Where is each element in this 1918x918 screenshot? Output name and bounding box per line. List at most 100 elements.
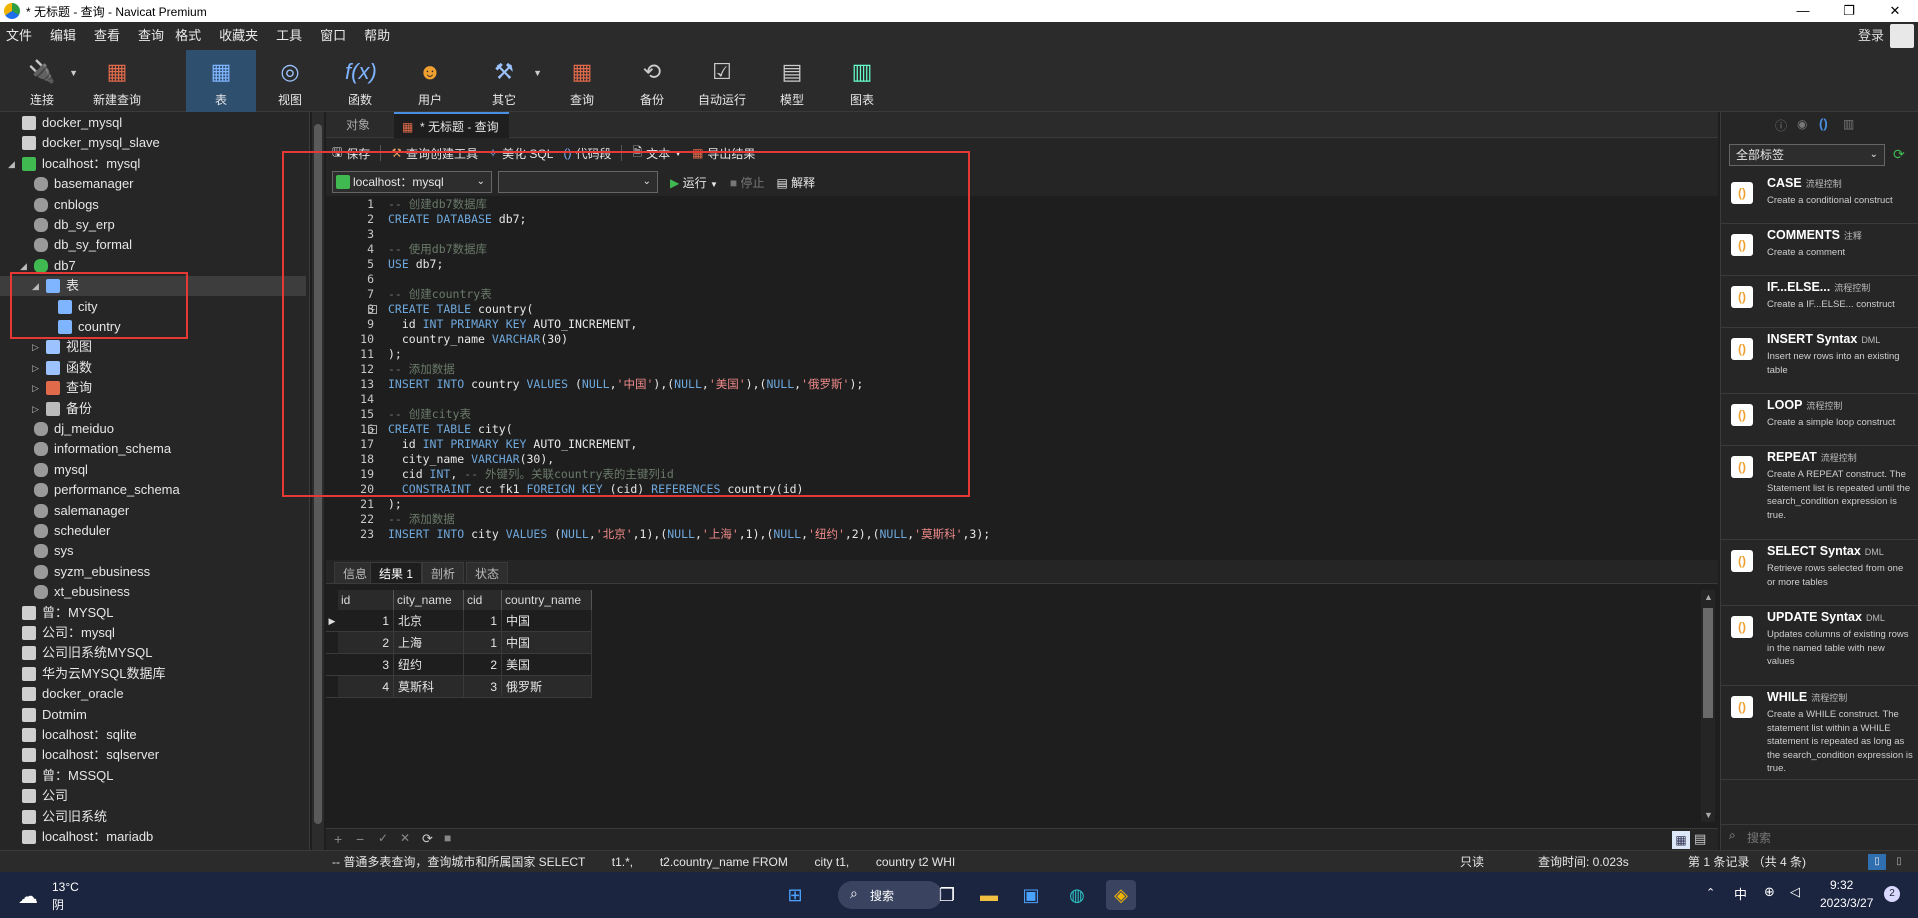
toolbar-connect-button[interactable]: 🔌 连接 ▼ — [18, 50, 78, 112]
tree-item[interactable]: city — [0, 297, 306, 317]
tree-item[interactable]: dj_meiduo — [0, 419, 306, 439]
run-button[interactable]: ▶ 运行 ▼ — [670, 174, 718, 191]
tree-item[interactable]: localhost：mariadb — [0, 827, 306, 847]
snippet-item[interactable]: () IF...ELSE... 流程控制 Create a IF...ELSE... … — [1721, 276, 1918, 328]
sql-editor[interactable]: 1 -- 创建db7数据库 2 CREATE DATABASE db7; 3 4 -- 使用… — [326, 196, 1718, 548]
tree-item[interactable]: docker_mysql_slave — [0, 133, 306, 153]
tree-item[interactable]: 公司旧系统 — [0, 807, 306, 827]
tree-item[interactable]: mysql — [0, 460, 306, 480]
chevron-down-icon[interactable]: ▼ — [533, 68, 542, 78]
stop-icon[interactable]: ■ — [444, 831, 451, 845]
table-cell[interactable]: 4 — [338, 676, 394, 698]
menu-file[interactable]: 文件 — [0, 22, 41, 50]
close-button[interactable]: ✕ — [1872, 0, 1918, 22]
toolbar-function-button[interactable]: f(x) 函数 — [334, 50, 386, 112]
menu-tools[interactable]: 工具 — [267, 22, 311, 50]
notification-badge[interactable]: 2 — [1884, 886, 1900, 902]
database-select[interactable]: ⌄ — [498, 171, 658, 193]
tree-item[interactable]: docker_oracle — [0, 684, 306, 704]
table-cell[interactable]: 中国 — [502, 632, 592, 654]
table-cell[interactable]: 美国 — [502, 654, 592, 676]
fold-toggle-icon[interactable]: − — [368, 425, 377, 434]
tree-item[interactable]: sys — [0, 541, 306, 561]
layout-icon[interactable]: ▥ — [1843, 117, 1854, 131]
collapse-arrow-icon[interactable]: ◢ — [8, 154, 15, 174]
collapse-arrow-icon[interactable]: ◢ — [20, 256, 27, 276]
delete-record-icon[interactable]: − — [356, 831, 364, 847]
explain-button[interactable]: ▤ 解释 — [776, 174, 815, 191]
toolbar-backup-button[interactable]: ⟲ 备份 — [626, 50, 678, 112]
tree-item[interactable]: ▷ 备份 — [0, 399, 306, 419]
column-header[interactable]: id — [338, 590, 394, 610]
snippet-item[interactable]: () CASE 流程控制 Create a conditional construct — [1721, 172, 1918, 224]
table-cell[interactable]: 2 — [464, 654, 502, 676]
minimize-button[interactable]: — — [1780, 0, 1826, 22]
expand-arrow-icon[interactable]: ▷ — [32, 378, 39, 398]
toolbar-other-button[interactable]: ⚒ 其它 ▼ — [478, 50, 542, 112]
menu-query[interactable]: 查询 — [129, 22, 166, 50]
taskbar-search[interactable]: ⌕ 搜索 — [838, 881, 942, 909]
menu-edit[interactable]: 编辑 — [41, 22, 85, 50]
tree-item[interactable]: localhost：sqlite — [0, 725, 306, 745]
toolbar-view-button[interactable]: ◎ 视图 — [264, 50, 316, 112]
tree-item[interactable]: 公司 — [0, 786, 306, 806]
query-builder-button[interactable]: ⚒ 查询创建工具 — [391, 145, 478, 162]
tab-status[interactable]: 状态 — [466, 562, 509, 584]
login-link[interactable]: 登录 — [1858, 22, 1884, 50]
navicat-taskbar-icon[interactable]: ◈ — [1106, 880, 1136, 910]
clock-date[interactable]: 2023/3/27 — [1820, 896, 1873, 910]
table-cell[interactable]: 上海 — [394, 632, 464, 654]
tree-item[interactable]: db_sy_erp — [0, 215, 306, 235]
snippet-search[interactable]: ⌕ 搜索 — [1721, 824, 1918, 848]
snippet-item[interactable]: () WHILE 流程控制 Create a WHILE construct. The… — [1721, 686, 1918, 780]
table-cell[interactable]: 1 — [464, 632, 502, 654]
scrollbar-thumb[interactable] — [314, 124, 322, 824]
tree-item[interactable]: 公司旧系统MYSQL — [0, 643, 306, 663]
tree-item[interactable]: 华为云MYSQL数据库 — [0, 664, 306, 684]
fold-toggle-icon[interactable]: − — [368, 305, 377, 314]
refresh-icon[interactable]: ⟳ — [1893, 146, 1905, 163]
maximize-button[interactable]: ❐ — [1826, 0, 1872, 22]
connection-select[interactable]: localhost：mysql ⌄ — [332, 171, 492, 193]
tree-item[interactable]: syzm_ebusiness — [0, 562, 306, 582]
toolbar-user-button[interactable]: ☻ 用户 — [404, 50, 456, 112]
table-cell[interactable]: 3 — [338, 654, 394, 676]
table-cell[interactable]: 莫斯科 — [394, 676, 464, 698]
tree-item[interactable]: salemanager — [0, 501, 306, 521]
table-cell[interactable]: 3 — [464, 676, 502, 698]
tree-item[interactable]: scheduler — [0, 521, 306, 541]
chevron-down-icon[interactable]: ▼ — [1704, 810, 1713, 820]
menu-window[interactable]: 窗口 — [311, 22, 355, 50]
menu-view[interactable]: 查看 — [85, 22, 129, 50]
row-selector[interactable] — [326, 654, 338, 676]
menu-format[interactable]: 格式 — [166, 22, 210, 50]
tree-item[interactable]: performance_schema — [0, 480, 306, 500]
toolbar-chart-button[interactable]: ▥ 图表 — [836, 50, 888, 112]
layout-toggle-icon[interactable]: ▯ — [1868, 854, 1886, 870]
tab-profile[interactable]: 剖析 — [422, 562, 465, 584]
tree-item[interactable]: cnblogs — [0, 195, 306, 215]
toolbar-query-button[interactable]: ▦ 查询 — [556, 50, 608, 112]
table-cell[interactable]: 北京 — [394, 610, 464, 632]
expand-arrow-icon[interactable]: ▷ — [32, 358, 39, 378]
tree-item[interactable]: country — [0, 317, 306, 337]
collapse-arrow-icon[interactable]: ◢ — [32, 276, 39, 296]
tree-item[interactable]: ▷ 视图 — [0, 337, 306, 357]
stop-button[interactable]: ■ 停止 — [730, 174, 765, 191]
clock-time[interactable]: 9:32 — [1830, 878, 1853, 892]
table-cell[interactable]: 俄罗斯 — [502, 676, 592, 698]
column-header[interactable]: country_name — [502, 590, 592, 610]
speaker-icon[interactable]: ◁ — [1790, 884, 1800, 900]
toolbar-new-query-button[interactable]: ▦ 新建查询 — [88, 50, 146, 112]
braces-icon[interactable]: () — [1819, 116, 1828, 131]
tree-item[interactable]: ▷ 函数 — [0, 358, 306, 378]
tree-item[interactable]: basemanager — [0, 174, 306, 194]
tree-item[interactable]: db_sy_formal — [0, 235, 306, 255]
snippet-filter-select[interactable]: 全部标签 ⌄ — [1729, 144, 1885, 166]
toolbar-autorun-button[interactable]: ☑ 自动运行 — [692, 50, 752, 112]
row-selector[interactable] — [326, 632, 338, 654]
export-results-button[interactable]: ▦ 导出结果 — [692, 145, 755, 162]
scrollbar-thumb[interactable] — [1703, 608, 1713, 718]
tree-item[interactable]: docker_mysql — [0, 113, 306, 133]
code-snippet-button[interactable]: () 代码段 — [563, 145, 611, 162]
